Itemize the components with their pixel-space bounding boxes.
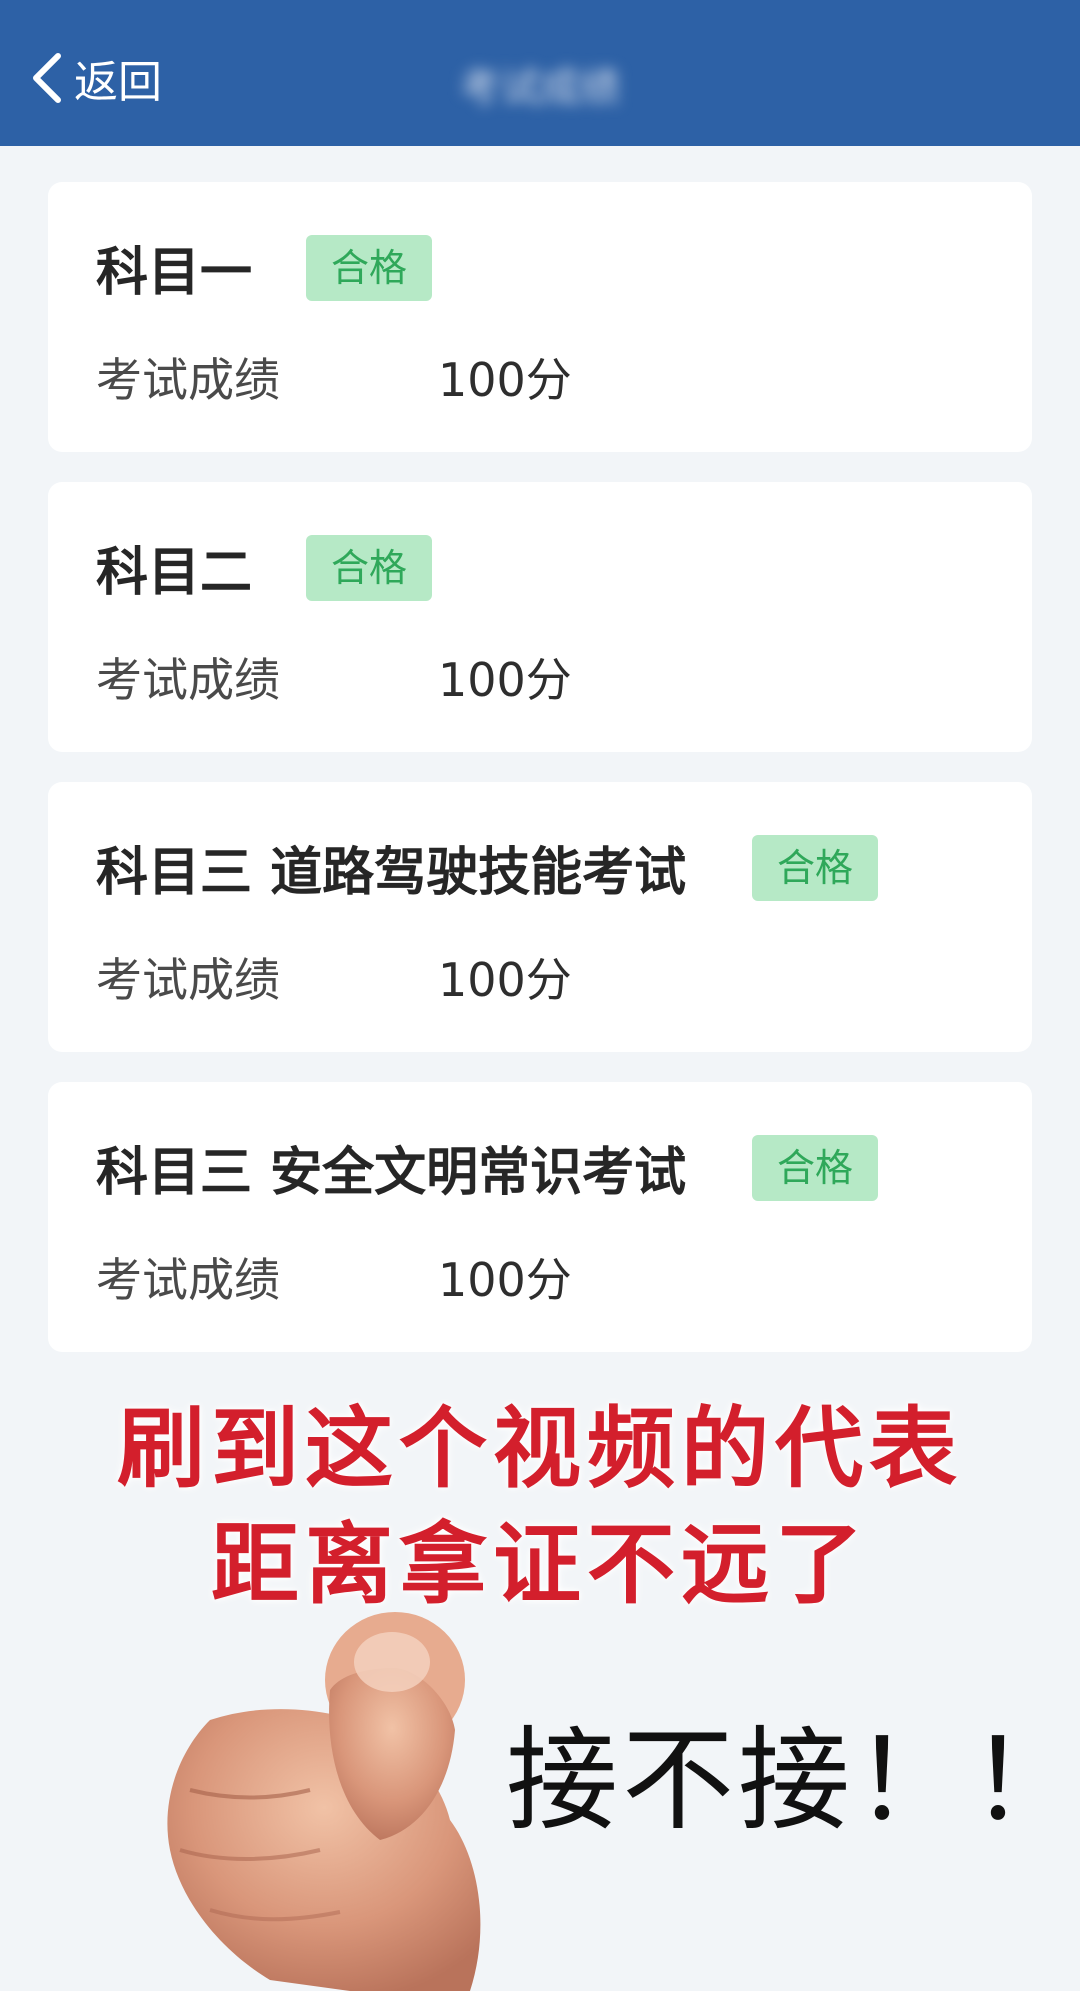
subject-title: 科目二 <box>96 543 253 603</box>
score-label: 考试成绩 <box>96 653 280 707</box>
overlay-caption: 接不接！！ <box>506 1716 1080 1846</box>
score-value: 100分 <box>438 353 572 407</box>
exam-card: 科目三 道路驾驶技能考试 合格 考试成绩 100分 <box>48 782 1032 1052</box>
exam-card: 科目三 安全文明常识考试 合格 考试成绩 100分 <box>48 1082 1032 1352</box>
status-badge: 合格 <box>306 235 432 301</box>
status-badge: 合格 <box>752 835 878 901</box>
pointing-hand-icon <box>167 1612 481 1991</box>
page-title: 考试成绩 <box>460 65 620 111</box>
exam-card: 科目二 合格 考试成绩 100分 <box>48 482 1032 752</box>
top-bar: 返回 考试成绩 <box>0 0 1080 146</box>
score-label: 考试成绩 <box>96 953 280 1007</box>
subject-title: 科目三 安全文明常识考试 <box>96 1143 687 1203</box>
back-button[interactable]: 返回 <box>30 48 162 108</box>
score-label: 考试成绩 <box>96 1253 280 1307</box>
exam-card: 科目一 合格 考试成绩 100分 <box>48 182 1032 452</box>
chevron-left-icon <box>33 53 61 103</box>
back-label: 返回 <box>74 57 162 108</box>
status-badge: 合格 <box>306 535 432 601</box>
subject-title: 科目三 道路驾驶技能考试 <box>96 843 687 903</box>
overlay-headline: 刷到这个视频的代表 <box>116 1396 963 1500</box>
status-badge: 合格 <box>752 1135 878 1201</box>
score-value: 100分 <box>438 1253 572 1307</box>
score-label: 考试成绩 <box>96 353 280 407</box>
subject-title: 科目一 <box>96 243 253 303</box>
score-value: 100分 <box>438 953 572 1007</box>
score-value: 100分 <box>438 653 572 707</box>
